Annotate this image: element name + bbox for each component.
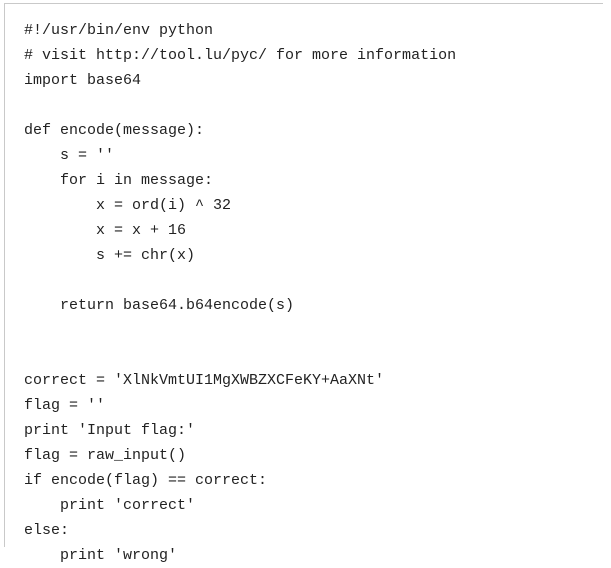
code-line: x = ord(i) ^ 32: [24, 193, 611, 218]
code-line: flag = raw_input(): [24, 443, 611, 468]
code-line: [24, 318, 611, 343]
left-border: [4, 3, 5, 547]
code-line: x = x + 16: [24, 218, 611, 243]
code-line: print 'correct': [24, 493, 611, 518]
code-line: def encode(message):: [24, 118, 611, 143]
code-line: [24, 343, 611, 368]
code-block: #!/usr/bin/env python# visit http://tool…: [0, 0, 611, 568]
code-line: correct = 'XlNkVmtUI1MgXWBZXCFeKY+AaXNt': [24, 368, 611, 393]
code-line: #!/usr/bin/env python: [24, 18, 611, 43]
code-line: if encode(flag) == correct:: [24, 468, 611, 493]
code-line: else:: [24, 518, 611, 543]
code-line: # visit http://tool.lu/pyc/ for more inf…: [24, 43, 611, 68]
code-line: import base64: [24, 68, 611, 93]
top-border: [4, 3, 603, 4]
code-line: [24, 93, 611, 118]
code-line: print 'wrong': [24, 543, 611, 568]
code-line: for i in message:: [24, 168, 611, 193]
code-line: return base64.b64encode(s): [24, 293, 611, 318]
code-viewport: #!/usr/bin/env python# visit http://tool…: [0, 0, 611, 551]
code-line: s += chr(x): [24, 243, 611, 268]
code-line: [24, 268, 611, 293]
code-line: s = '': [24, 143, 611, 168]
code-line: print 'Input flag:': [24, 418, 611, 443]
code-line: flag = '': [24, 393, 611, 418]
